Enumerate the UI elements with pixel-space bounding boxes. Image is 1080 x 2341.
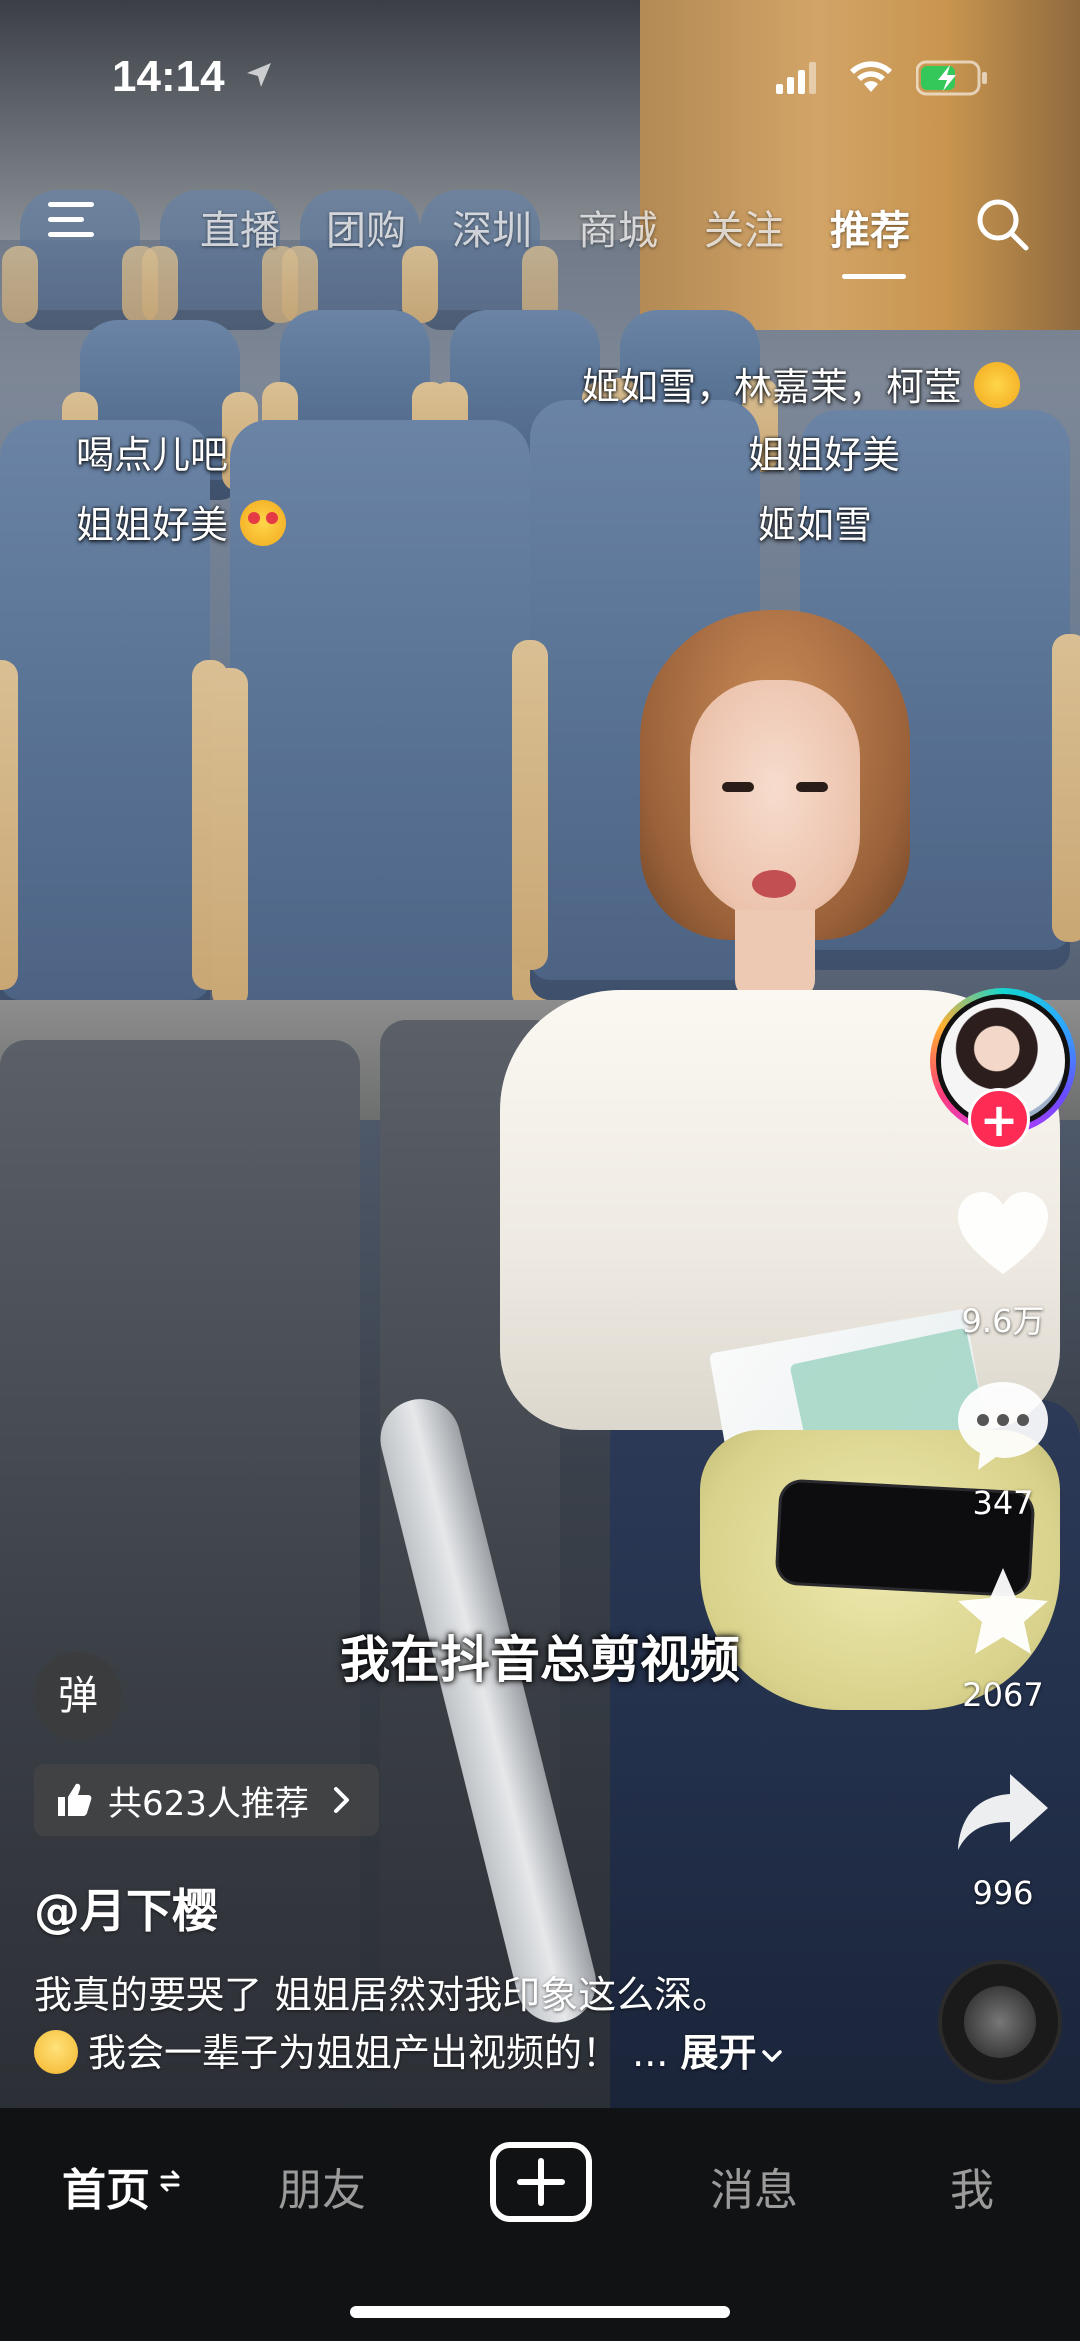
search-icon[interactable] xyxy=(974,196,1030,252)
nav-me[interactable]: 我 xyxy=(950,2154,994,2218)
person-eye xyxy=(796,782,828,792)
comment-bubble-icon[interactable] xyxy=(950,1372,1056,1478)
recommend-label: 共623人推荐 xyxy=(108,1783,309,1824)
danmaku-comment: 姬如雪 xyxy=(758,503,873,547)
danmaku-comment: 姐姐好美 xyxy=(748,433,901,477)
pleading-face-emoji-icon xyxy=(34,2030,78,2074)
danmaku-comment: 姬如雪，林嘉茉，柯莹 xyxy=(582,356,1021,411)
chevron-down-icon xyxy=(762,2050,783,2062)
heart-eyes-emoji-icon xyxy=(240,500,287,546)
nav-messages[interactable]: 消息 xyxy=(710,2154,798,2218)
description-line-1: 我真的要哭了 姐姐居然对我印象这么深。 xyxy=(34,1973,731,2017)
danmaku-toggle-button[interactable]: 弹 xyxy=(34,1652,122,1740)
like-count: 9.6万 xyxy=(961,1302,1045,1340)
nav-home[interactable]: 首页 xyxy=(62,2154,150,2218)
wifi-icon xyxy=(850,61,892,92)
like-heart-icon[interactable] xyxy=(950,1182,1056,1288)
follow-button[interactable]: + xyxy=(968,1088,1030,1150)
person-eye xyxy=(722,782,754,792)
description-ellipsis: ... xyxy=(632,2031,669,2075)
thumbs-up-icon xyxy=(58,1783,92,1816)
active-tab-indicator xyxy=(842,274,906,279)
tab-following[interactable]: 关注 xyxy=(704,198,784,256)
battery-charging-icon xyxy=(916,60,987,96)
share-count: 996 xyxy=(972,1874,1034,1912)
person-mouth xyxy=(752,870,796,898)
menu-icon[interactable] xyxy=(48,200,96,240)
danmaku-comment: 姐姐好美 xyxy=(76,494,287,549)
share-arrow-icon[interactable] xyxy=(950,1760,1056,1866)
person-neck xyxy=(735,910,815,1000)
recommend-pill[interactable]: 共623人推荐 xyxy=(34,1764,379,1836)
expand-description-button[interactable]: 展开 xyxy=(680,2031,784,2075)
tab-group-buy[interactable]: 团购 xyxy=(326,198,406,256)
nav-friends[interactable]: 朋友 xyxy=(278,2154,366,2218)
location-arrow-icon xyxy=(247,63,271,87)
star-struck-emoji-icon xyxy=(974,362,1021,408)
comment-count: 347 xyxy=(972,1484,1034,1522)
video-description: 我真的要哭了 姐姐居然对我印象这么深。 我会一辈子为姐姐产出视频的！ ... 展… xyxy=(34,1966,894,2082)
status-bar: 14:14 xyxy=(0,0,1080,150)
video-subtitle: 我在抖音总剪视频 xyxy=(340,1631,740,1689)
tab-recommended[interactable]: 推荐 xyxy=(830,198,910,256)
cellular-signal-icon xyxy=(776,62,816,94)
author-name[interactable]: @月下樱 xyxy=(34,1875,218,1941)
tab-mall[interactable]: 商城 xyxy=(578,198,658,256)
status-time: 14:14 xyxy=(112,52,225,101)
music-cover xyxy=(964,1986,1036,2058)
description-line-2: 我会一辈子为姐姐产出视频的！ ... 展开 xyxy=(34,2024,894,2082)
chevron-right-icon xyxy=(333,1787,349,1813)
tab-city[interactable]: 深圳 xyxy=(452,198,532,256)
home-indicator xyxy=(350,2306,730,2318)
create-post-button[interactable] xyxy=(490,2142,592,2222)
tab-live[interactable]: 直播 xyxy=(200,198,280,256)
danmaku-comment: 喝点儿吧 xyxy=(76,433,229,477)
music-disc-icon[interactable] xyxy=(938,1960,1062,2084)
waiting-chair xyxy=(0,1040,360,2108)
sort-arrows-icon xyxy=(160,2170,180,2192)
